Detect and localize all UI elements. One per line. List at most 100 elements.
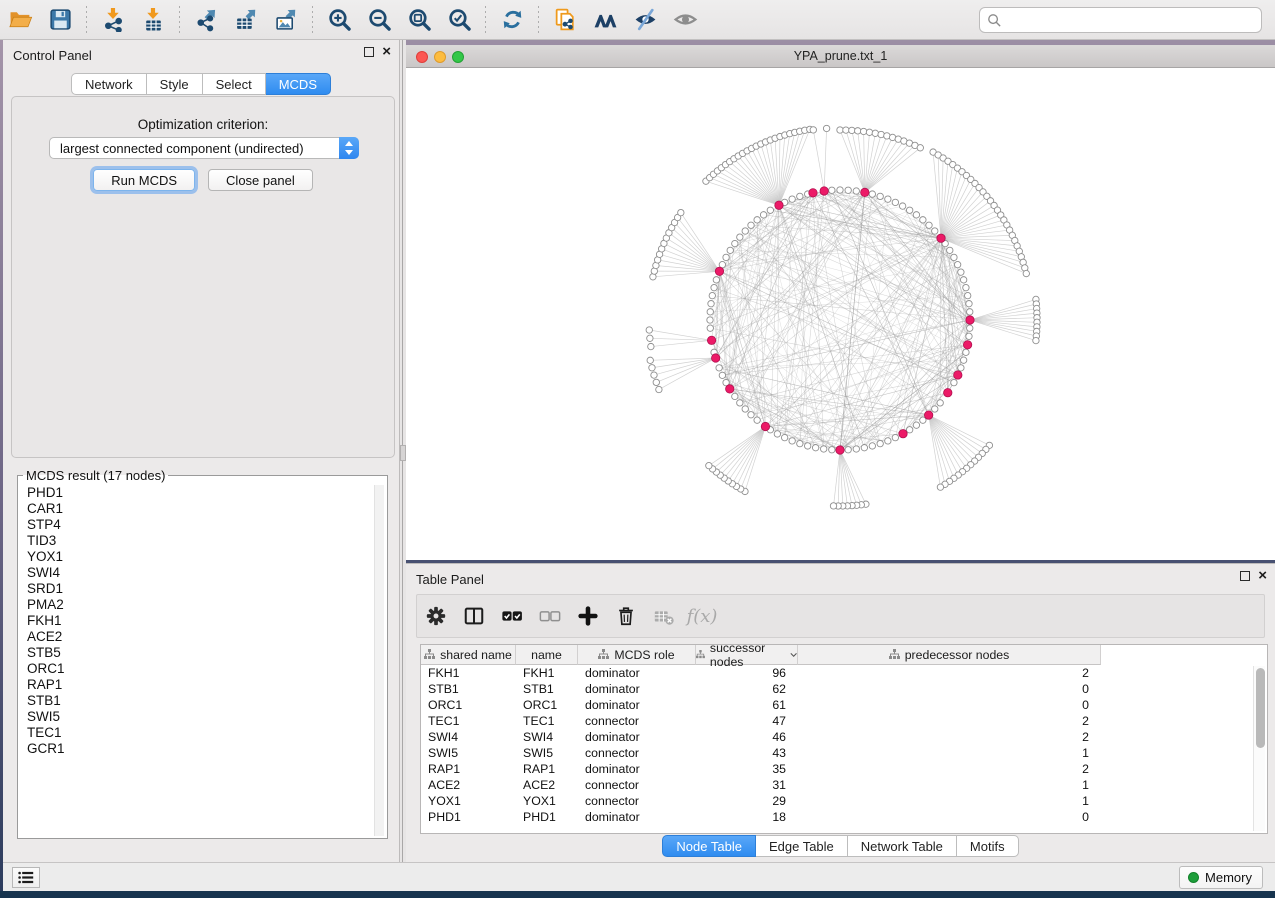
result-list-item[interactable]: FKH1 (20, 613, 373, 629)
export-network-icon[interactable] (186, 4, 226, 36)
table-scrollbar-thumb[interactable] (1256, 668, 1265, 748)
network-node[interactable] (967, 325, 973, 331)
leaf-node[interactable] (651, 372, 657, 378)
network-node[interactable] (748, 412, 754, 418)
leaf-node[interactable] (706, 462, 712, 468)
table-row[interactable]: ACE2ACE2connector311 (421, 777, 1101, 793)
leaf-node[interactable] (1023, 270, 1029, 276)
network-node[interactable] (737, 234, 743, 240)
tab-mcds[interactable]: MCDS (266, 73, 331, 95)
mcds-hub-node[interactable] (711, 354, 719, 362)
network-node[interactable] (937, 400, 943, 406)
leaf-node[interactable] (872, 130, 878, 136)
leaf-node[interactable] (837, 127, 843, 133)
network-node[interactable] (954, 261, 960, 267)
network-node[interactable] (789, 196, 795, 202)
table-row[interactable]: RAP1RAP1dominator352 (421, 761, 1101, 777)
leaf-node[interactable] (866, 129, 872, 135)
mcds-hub-node[interactable] (707, 336, 715, 344)
network-node[interactable] (727, 247, 733, 253)
leaf-node[interactable] (649, 365, 655, 371)
leaf-node[interactable] (855, 128, 861, 134)
mcds-hub-node[interactable] (715, 267, 723, 275)
network-node[interactable] (947, 247, 953, 253)
column-header-name[interactable]: name (516, 645, 578, 665)
leaf-node[interactable] (823, 125, 829, 131)
network-node[interactable] (707, 309, 713, 315)
leaf-node[interactable] (647, 335, 653, 341)
network-node[interactable] (877, 193, 883, 199)
result-list-item[interactable]: SWI4 (20, 565, 373, 581)
result-list-item[interactable]: PMA2 (20, 597, 373, 613)
result-list-item[interactable]: ORC1 (20, 661, 373, 677)
network-node[interactable] (966, 301, 972, 307)
table-row[interactable]: SWI5SWI5connector431 (421, 745, 1101, 761)
network-node[interactable] (812, 444, 818, 450)
leaf-node[interactable] (656, 386, 662, 392)
close-panel-icon[interactable]: × (1258, 571, 1267, 581)
leaf-node[interactable] (937, 484, 943, 490)
table-row[interactable]: YOX1YOX1connector291 (421, 793, 1101, 809)
result-list-item[interactable]: CAR1 (20, 501, 373, 517)
network-window-titlebar[interactable]: YPA_prune.txt_1 (406, 45, 1275, 68)
leaf-node[interactable] (678, 209, 684, 215)
mcds-hub-node[interactable] (963, 341, 971, 349)
tab-select[interactable]: Select (203, 73, 266, 95)
network-node[interactable] (709, 292, 715, 298)
network-node[interactable] (829, 447, 835, 453)
network-node[interactable] (748, 222, 754, 228)
result-list-item[interactable]: RAP1 (20, 677, 373, 693)
network-node[interactable] (906, 427, 912, 433)
network-node[interactable] (913, 212, 919, 218)
select-all-rows-icon[interactable] (493, 601, 531, 631)
mcds-hub-node[interactable] (937, 234, 945, 242)
result-list-scrollbar[interactable] (374, 485, 384, 836)
network-node[interactable] (707, 317, 713, 323)
open-file-icon[interactable] (0, 4, 40, 36)
column-header-MCDS-role[interactable]: MCDS role (578, 645, 696, 665)
network-node[interactable] (958, 365, 964, 371)
delete-column-trash-icon[interactable] (607, 601, 645, 631)
table-row[interactable]: PHD1PHD1dominator180 (421, 809, 1101, 825)
leaf-node[interactable] (860, 128, 866, 134)
leaf-node[interactable] (830, 503, 836, 509)
network-node[interactable] (797, 440, 803, 446)
network-node[interactable] (963, 349, 969, 355)
mcds-hub-node[interactable] (899, 430, 907, 438)
network-node[interactable] (789, 438, 795, 444)
zoom-in-icon[interactable] (319, 4, 359, 36)
zoom-fit-icon[interactable] (399, 4, 439, 36)
network-node[interactable] (845, 187, 851, 193)
float-panel-icon[interactable] (364, 47, 374, 57)
table-row[interactable]: TEC1TEC1connector472 (421, 713, 1101, 729)
mcds-hub-node[interactable] (761, 422, 769, 430)
table-row[interactable]: STB1STB1dominator620 (421, 681, 1101, 697)
network-node[interactable] (967, 309, 973, 315)
network-node[interactable] (906, 207, 912, 213)
add-column-icon[interactable] (569, 601, 607, 631)
network-node[interactable] (892, 434, 898, 440)
network-node[interactable] (853, 446, 859, 452)
tab-network-table[interactable]: Network Table (848, 835, 957, 857)
network-node[interactable] (885, 438, 891, 444)
network-node[interactable] (960, 277, 966, 283)
table-scrollbar[interactable] (1253, 666, 1265, 831)
leaf-node[interactable] (653, 379, 659, 385)
table-row[interactable]: FKH1FKH1dominator962 (421, 665, 1101, 681)
mcds-hub-node[interactable] (861, 188, 869, 196)
leaf-node[interactable] (849, 127, 855, 133)
network-node[interactable] (966, 333, 972, 339)
mcds-hub-node[interactable] (836, 446, 844, 454)
result-list-item[interactable]: STB5 (20, 645, 373, 661)
mcds-hub-node[interactable] (924, 411, 932, 419)
refresh-view-icon[interactable] (492, 4, 532, 36)
result-list-item[interactable]: YOX1 (20, 549, 373, 565)
deselect-all-rows-icon[interactable] (531, 601, 569, 631)
leaf-node[interactable] (843, 127, 849, 133)
network-node[interactable] (892, 199, 898, 205)
network-node[interactable] (707, 325, 713, 331)
network-node[interactable] (926, 222, 932, 228)
close-panel-button[interactable]: Close panel (208, 169, 313, 191)
network-node[interactable] (754, 217, 760, 223)
save-session-icon[interactable] (40, 4, 80, 36)
